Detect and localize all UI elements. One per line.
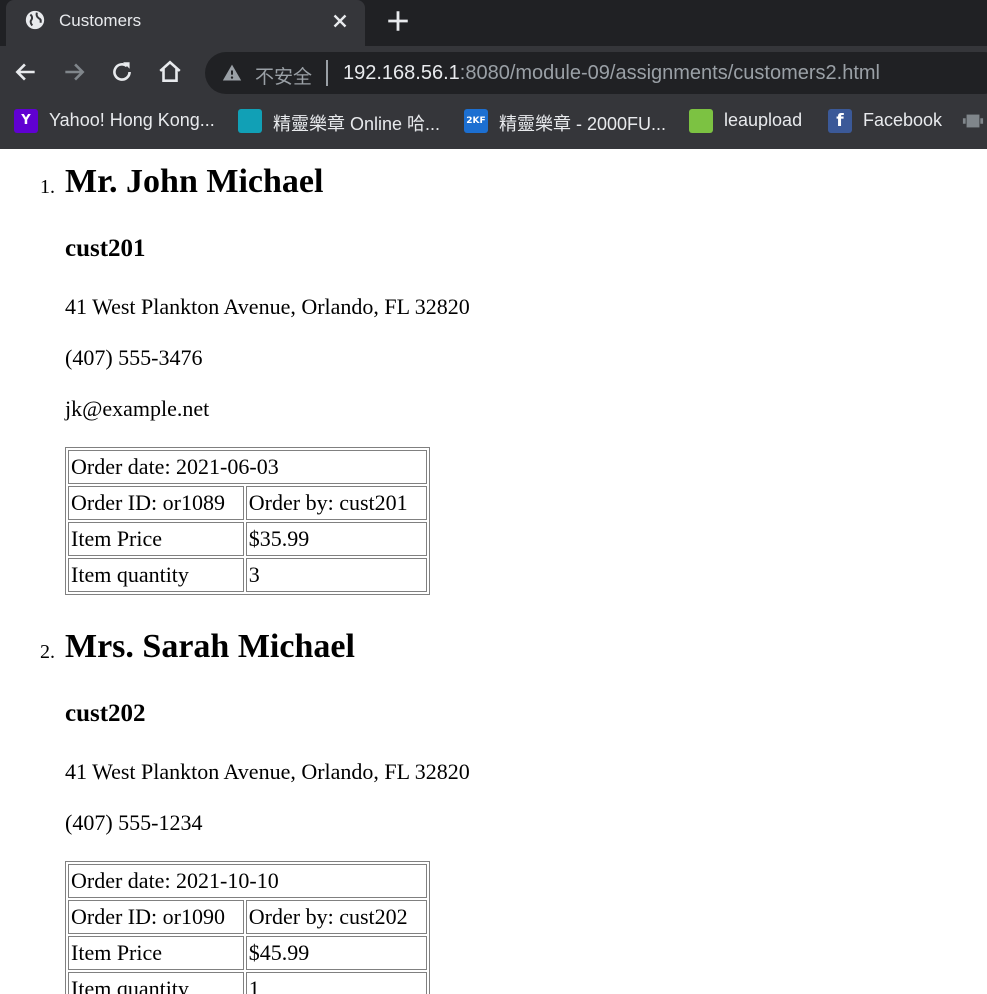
list-number: 1. xyxy=(40,176,55,198)
bookmark-label: 精靈樂章 Online 哈... xyxy=(273,114,441,134)
bookmark-label: 精靈樂章 - 2000FU... xyxy=(499,114,667,134)
app-icon[interactable] xyxy=(962,108,984,134)
order-date: Order date: 2021-06-03 xyxy=(68,450,427,484)
table-row: Item Price $35.99 xyxy=(68,522,427,556)
order-table: Order date: 2021-10-10 Order ID: or1090 … xyxy=(65,861,430,994)
bookmark-label: leaupload xyxy=(724,110,803,130)
browser-chrome: Customers 不安全 192.168.56.1:8080/module-0… xyxy=(0,0,987,149)
reload-icon[interactable] xyxy=(109,59,135,85)
toolbar: 不安全 192.168.56.1:8080/module-09/assignme… xyxy=(0,46,987,100)
customer-id: cust202 xyxy=(65,700,146,727)
page-content: 1. Mr. John Michael cust201 41 West Plan… xyxy=(0,149,987,994)
order-id: Order ID: or1089 xyxy=(68,486,244,520)
table-row: Item quantity 3 xyxy=(68,558,427,592)
item-price: $35.99 xyxy=(245,522,427,556)
bookmarks-bar: Y Yahoo! Hong Kong... 精靈樂章 Online 哈... 2… xyxy=(0,100,987,144)
warning-icon[interactable] xyxy=(222,63,242,83)
close-icon[interactable] xyxy=(329,10,351,32)
table-row: Order date: 2021-10-10 xyxy=(68,864,427,898)
separator xyxy=(326,60,328,86)
order-by: Order by: cust202 xyxy=(245,900,427,934)
customer-address: 41 West Plankton Avenue, Orlando, FL 328… xyxy=(65,759,470,784)
swirl-icon xyxy=(238,109,262,133)
order-table: Order date: 2021-06-03 Order ID: or1089 … xyxy=(65,447,430,595)
customer-phone: (407) 555-3476 xyxy=(65,345,203,370)
globe-icon xyxy=(25,10,45,30)
security-label[interactable]: 不安全 xyxy=(255,62,312,89)
url-host: 192.168.56.1 xyxy=(343,62,460,84)
address-bar[interactable]: 不安全 192.168.56.1:8080/module-09/assignme… xyxy=(205,52,987,94)
customer-email: jk@example.net xyxy=(65,396,210,421)
bookmark-label: Facebook xyxy=(863,110,943,130)
price-label: Item Price xyxy=(68,936,244,970)
customer-name: Mr. John Michael xyxy=(65,163,324,200)
list-number: 2. xyxy=(40,641,55,663)
customer-address: 41 West Plankton Avenue, Orlando, FL 328… xyxy=(65,294,470,319)
yahoo-icon: Y xyxy=(14,109,38,133)
url-path: :8080/module-09/assignments/customers2.h… xyxy=(459,62,880,84)
table-row: Item Price $45.99 xyxy=(68,936,427,970)
customer-phone: (407) 555-1234 xyxy=(65,810,203,835)
bookmark-label: Yahoo! Hong Kong... xyxy=(49,110,215,130)
quantity-label: Item quantity xyxy=(68,558,244,592)
forward-icon[interactable] xyxy=(61,59,87,85)
customer-name: Mrs. Sarah Michael xyxy=(65,628,355,665)
tab-customers[interactable]: Customers xyxy=(6,0,365,46)
home-icon[interactable] xyxy=(157,59,183,85)
quantity-label: Item quantity xyxy=(68,972,244,994)
customer-id: cust201 xyxy=(65,235,146,262)
item-quantity: 3 xyxy=(245,558,427,592)
item-price: $45.99 xyxy=(245,936,427,970)
back-icon[interactable] xyxy=(13,59,39,85)
new-tab-icon[interactable] xyxy=(385,8,411,34)
table-row: Item quantity 1 xyxy=(68,972,427,994)
tab-title: Customers xyxy=(59,11,142,30)
2kf-icon: 2KF xyxy=(464,109,488,133)
order-by: Order by: cust201 xyxy=(245,486,427,520)
table-row: Order ID: or1090 Order by: cust202 xyxy=(68,900,427,934)
tab-strip: Customers xyxy=(0,0,987,46)
url-text[interactable]: 192.168.56.1:8080/module-09/assignments/… xyxy=(343,62,880,85)
order-date: Order date: 2021-10-10 xyxy=(68,864,427,898)
order-id: Order ID: or1090 xyxy=(68,900,244,934)
item-quantity: 1 xyxy=(245,972,427,994)
table-row: Order ID: or1089 Order by: cust201 xyxy=(68,486,427,520)
facebook-icon: f xyxy=(828,109,852,133)
price-label: Item Price xyxy=(68,522,244,556)
download-icon xyxy=(689,109,713,133)
table-row: Order date: 2021-06-03 xyxy=(68,450,427,484)
